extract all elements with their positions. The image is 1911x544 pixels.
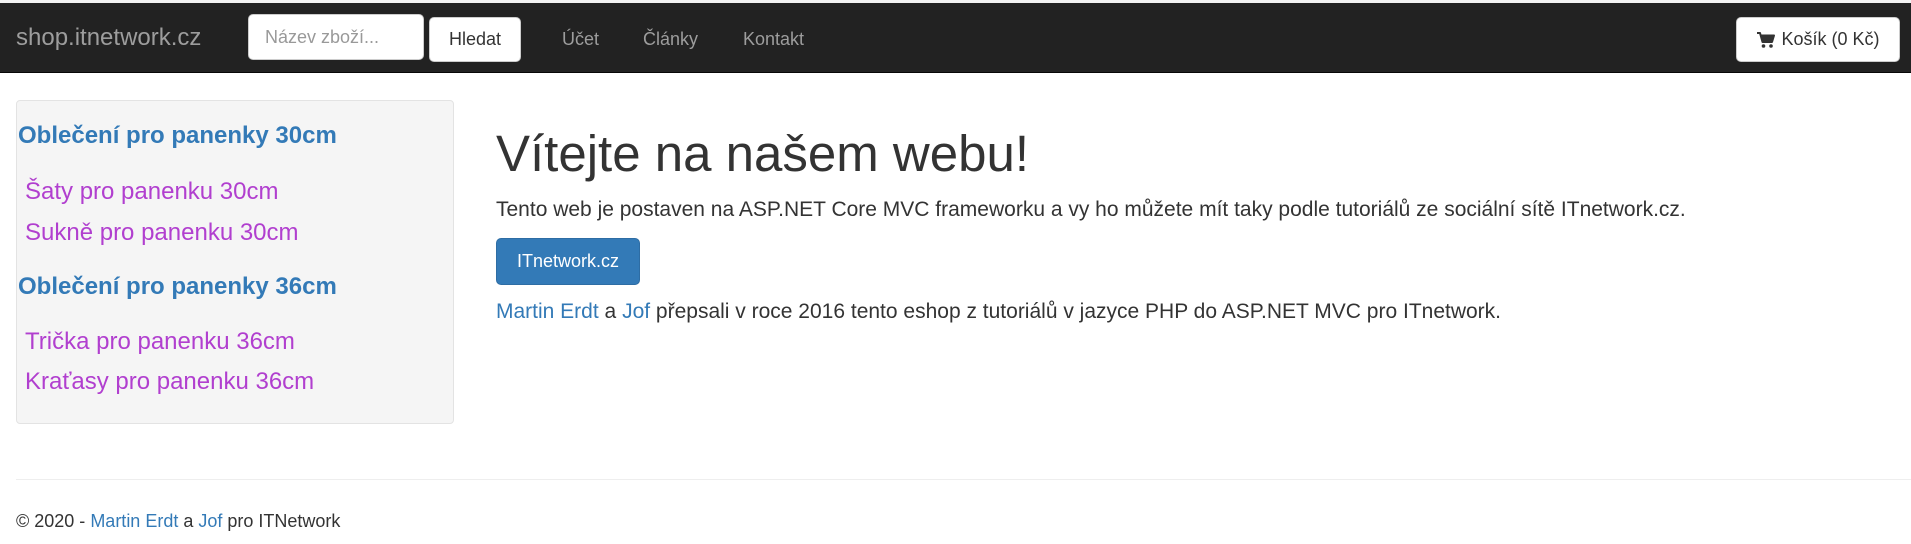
- credits-text: Martin Erdt a Jof přepsali v roce 2016 t…: [496, 300, 1501, 324]
- nav-link-articles[interactable]: Články: [643, 28, 698, 50]
- subcategory-link-skirts-30cm[interactable]: Sukně pro panenku 30cm: [25, 219, 299, 247]
- footer-author-link-jof[interactable]: Jof: [198, 511, 222, 531]
- category-heading-30cm[interactable]: Oblečení pro panenky 30cm: [18, 122, 337, 150]
- category-sidebar: Oblečení pro panenky 30cm Šaty pro panen…: [16, 100, 454, 424]
- search-button[interactable]: Hledat: [429, 17, 521, 62]
- subcategory-link-tshirts-36cm[interactable]: Trička pro panenku 36cm: [25, 328, 295, 356]
- subcategory-link-shorts-36cm[interactable]: Kraťasy pro panenku 36cm: [25, 368, 314, 396]
- brand-link[interactable]: shop.itnetwork.cz: [16, 23, 201, 53]
- footer-text: © 2020 - Martin Erdt a Jof pro ITNetwork: [16, 510, 340, 532]
- author-link-jof[interactable]: Jof: [622, 300, 650, 323]
- cart-button[interactable]: Košík (0 Kč): [1736, 17, 1900, 62]
- category-heading-36cm[interactable]: Oblečení pro panenky 36cm: [18, 273, 337, 301]
- intro-text: Tento web je postaven na ASP.NET Core MV…: [496, 198, 1686, 221]
- credits-and: a: [598, 300, 623, 323]
- search-input[interactable]: [248, 14, 424, 60]
- subcategory-link-dresses-30cm[interactable]: Šaty pro panenku 30cm: [25, 178, 279, 206]
- nav-link-account[interactable]: Účet: [562, 28, 599, 50]
- footer-author-link-martin-erdt[interactable]: Martin Erdt: [90, 511, 178, 531]
- credits-rest: přepsali v roce 2016 tento eshop z tutor…: [650, 300, 1502, 323]
- shopping-cart-icon: [1756, 31, 1776, 49]
- nav-link-contact[interactable]: Kontakt: [743, 28, 804, 50]
- footer-suffix: pro ITNetwork: [222, 511, 341, 531]
- page-title: Vítejte na našem webu!: [496, 125, 1029, 182]
- footer-divider: [16, 479, 1911, 480]
- top-navbar: shop.itnetwork.cz Hledat Účet Články Kon…: [0, 3, 1911, 73]
- footer-prefix: © 2020 -: [16, 511, 91, 531]
- cart-label: Košík (0 Kč): [1781, 29, 1880, 49]
- footer-and: a: [178, 511, 199, 531]
- author-link-martin-erdt[interactable]: Martin Erdt: [496, 300, 599, 323]
- itnetwork-button[interactable]: ITnetwork.cz: [496, 238, 640, 285]
